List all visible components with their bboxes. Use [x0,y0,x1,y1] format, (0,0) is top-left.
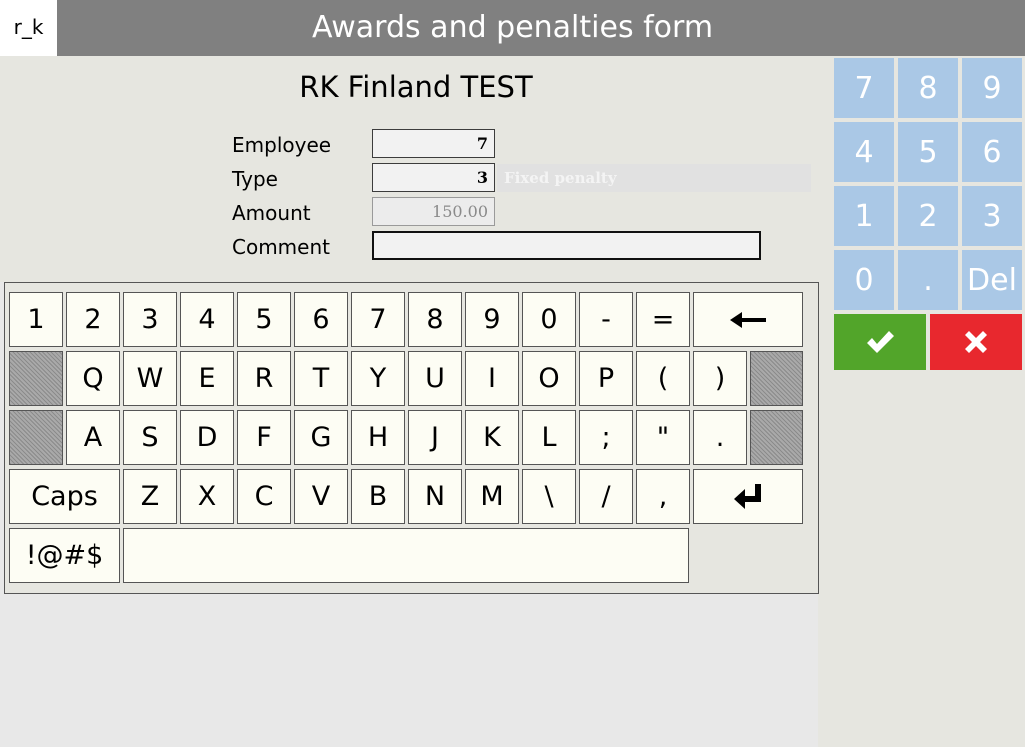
key-d[interactable]: D [180,410,234,465]
key-m[interactable]: M [465,469,519,524]
key-q[interactable]: Q [66,351,120,406]
check-icon [867,331,894,353]
type-label: Type [232,167,278,191]
key-6[interactable]: 6 [294,292,348,347]
backspace-arrow-icon [730,311,766,328]
key-8[interactable]: 8 [408,292,462,347]
key-r[interactable]: R [237,351,291,406]
numpad-3[interactable]: 3 [962,186,1022,246]
employee-label: Employee [232,133,332,157]
space-key[interactable] [123,528,689,583]
key-z[interactable]: Z [123,469,177,524]
key-4[interactable]: 4 [180,292,234,347]
key-equals[interactable]: = [636,292,690,347]
key-1[interactable]: 1 [9,292,63,347]
blank-key [750,351,803,406]
key-open-paren[interactable]: ( [636,351,690,406]
key-9[interactable]: 9 [465,292,519,347]
key-g[interactable]: G [294,410,348,465]
numpad-decimal[interactable]: . [898,250,958,310]
key-e[interactable]: E [180,351,234,406]
key-k[interactable]: K [465,410,519,465]
close-icon [965,331,987,353]
key-p[interactable]: P [579,351,633,406]
confirm-button[interactable] [834,314,926,370]
key-v[interactable]: V [294,469,348,524]
key-0[interactable]: 0 [522,292,576,347]
key-u[interactable]: U [408,351,462,406]
company-name: RK Finland TEST [299,70,533,104]
key-3[interactable]: 3 [123,292,177,347]
key-s[interactable]: S [123,410,177,465]
blank-key [750,410,803,465]
key-c[interactable]: C [237,469,291,524]
numpad-2[interactable]: 2 [898,186,958,246]
numpad-9[interactable]: 9 [962,58,1022,118]
key-2[interactable]: 2 [66,292,120,347]
key-j[interactable]: J [408,410,462,465]
numpad-1[interactable]: 1 [834,186,894,246]
symbols-key[interactable]: !@#$ [9,528,120,583]
key-b[interactable]: B [351,469,405,524]
numpad-0[interactable]: 0 [834,250,894,310]
key-close-paren[interactable]: ) [693,351,747,406]
key-quote[interactable]: " [636,410,690,465]
key-f[interactable]: F [237,410,291,465]
key-5[interactable]: 5 [237,292,291,347]
key-slash[interactable]: / [579,469,633,524]
numpad-7[interactable]: 7 [834,58,894,118]
key-h[interactable]: H [351,410,405,465]
numpad-4[interactable]: 4 [834,122,894,182]
key-period[interactable]: . [693,410,747,465]
title-bar [0,0,1025,56]
key-a[interactable]: A [66,410,120,465]
key-l[interactable]: L [522,410,576,465]
caps-key[interactable]: Caps [9,469,120,524]
numpad-5[interactable]: 5 [898,122,958,182]
numpad-6[interactable]: 6 [962,122,1022,182]
enter-key[interactable] [693,469,803,524]
type-field[interactable]: 3 [372,163,495,192]
enter-arrow-icon [734,483,761,509]
key-x[interactable]: X [180,469,234,524]
type-description: Fixed penalty [497,164,811,192]
blank-key [9,351,63,406]
on-screen-keyboard: 1 2 3 4 5 6 7 8 9 0 - = Q W E R T Y U I … [4,282,819,594]
key-o[interactable]: O [522,351,576,406]
amount-field[interactable]: 150.00 [372,197,495,226]
comment-label: Comment [232,235,330,259]
key-minus[interactable]: - [579,292,633,347]
key-n[interactable]: N [408,469,462,524]
app-logo: r_k [0,0,57,56]
key-y[interactable]: Y [351,351,405,406]
key-backslash[interactable]: \ [522,469,576,524]
employee-field[interactable]: 7 [372,129,495,158]
amount-label: Amount [232,201,311,225]
cancel-button[interactable] [930,314,1022,370]
key-semicolon[interactable]: ; [579,410,633,465]
blank-key [9,410,63,465]
numpad-8[interactable]: 8 [898,58,958,118]
key-7[interactable]: 7 [351,292,405,347]
key-w[interactable]: W [123,351,177,406]
comment-field[interactable] [372,231,761,260]
backspace-key[interactable] [693,292,803,347]
key-i[interactable]: I [465,351,519,406]
key-comma[interactable]: , [636,469,690,524]
key-t[interactable]: T [294,351,348,406]
numpad-delete[interactable]: Del [962,250,1022,310]
